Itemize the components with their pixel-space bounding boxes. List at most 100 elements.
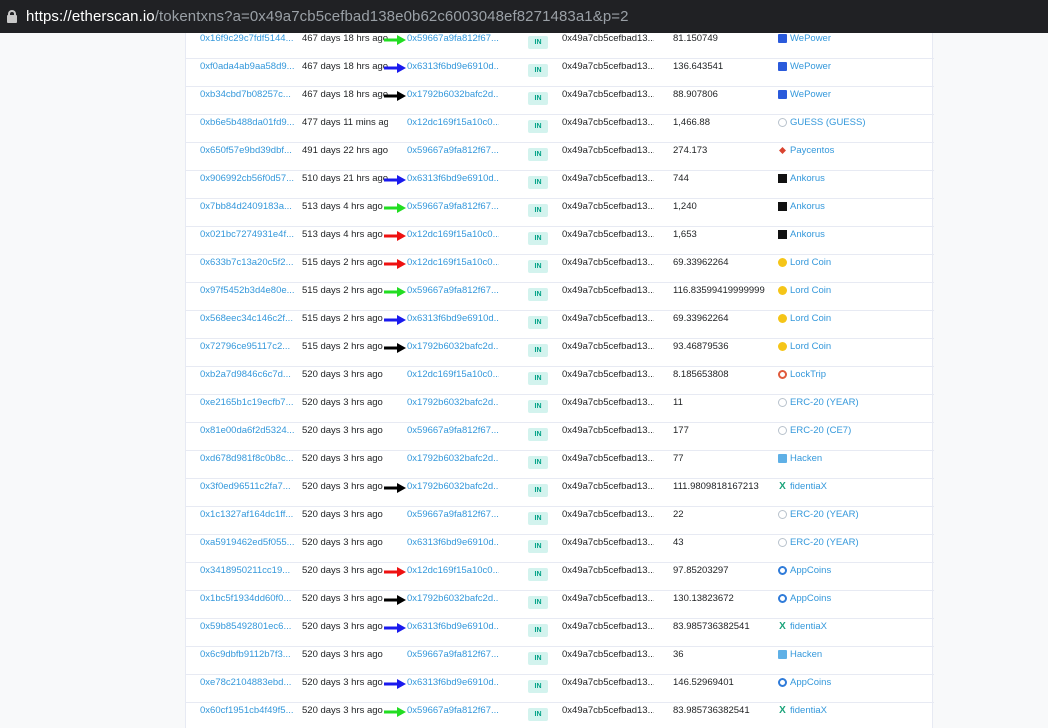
from-address-link[interactable]: 0x1792b6032bafc2d...	[407, 451, 499, 479]
txn-hash-link[interactable]: 0xd678d981f8c0b8c...	[200, 451, 295, 479]
token-link[interactable]: Hacken	[778, 647, 928, 675]
token-name: Lord Coin	[790, 313, 832, 324]
fidentia-token-icon: X	[779, 481, 786, 492]
txn-hash-link[interactable]: 0x6c9dbfb9112b7f3...	[200, 647, 295, 675]
token-link[interactable]: ERC-20 (YEAR)	[778, 507, 928, 535]
token-link[interactable]: Lord Coin	[778, 283, 928, 311]
txn-hash-link[interactable]: 0x7bb84d2409183a...	[200, 199, 295, 227]
token-link[interactable]: Lord Coin	[778, 255, 928, 283]
from-address-link[interactable]: 0x6313f6bd9e6910d...	[407, 311, 499, 339]
token-link[interactable]: WePower	[778, 59, 928, 87]
from-address-link[interactable]: 0x6313f6bd9e6910d...	[407, 675, 499, 703]
token-link[interactable]: LockTrip	[778, 367, 928, 395]
from-address-link[interactable]: 0x59667a9fa812f67...	[407, 199, 499, 227]
txn-hash-link[interactable]: 0xe2165b1c19ecfb7...	[200, 395, 295, 423]
from-address-link[interactable]: 0x6313f6bd9e6910d...	[407, 59, 499, 87]
from-address-link[interactable]: 0x6313f6bd9e6910d...	[407, 535, 499, 563]
from-address-link[interactable]: 0x12dc169f15a10c0...	[407, 227, 499, 255]
fidentia-token-icon: X	[779, 621, 786, 632]
token-transfers-panel: 0x16f9c29c7fdf5144... 467 days 18 hrs ago…	[185, 31, 934, 728]
token-link[interactable]: AppCoins	[778, 591, 928, 619]
txn-hash-link[interactable]: 0x1c1327af164dc1ff...	[200, 507, 295, 535]
token-link[interactable]: ERC-20 (YEAR)	[778, 535, 928, 563]
from-address-link[interactable]: 0x59667a9fa812f67...	[407, 283, 499, 311]
table-row: 0x021bc7274931e4f... 513 days 4 hrs ago 0x…	[186, 227, 934, 255]
txn-age: 520 days 3 hrs ago	[302, 565, 383, 576]
from-address-link[interactable]: 0x6313f6bd9e6910d...	[407, 619, 499, 647]
txn-hash-link[interactable]: 0x021bc7274931e4f...	[200, 227, 295, 255]
token-link[interactable]: AppCoins	[778, 675, 928, 703]
txn-hash-link[interactable]: 0x3418950211cc19...	[200, 563, 295, 591]
from-address-link[interactable]: 0x1792b6032bafc2d...	[407, 339, 499, 367]
from-address-link[interactable]: 0x12dc169f15a10c0...	[407, 563, 499, 591]
txn-hash-link[interactable]: 0x16f9c29c7fdf5144...	[200, 31, 295, 59]
txn-hash-link[interactable]: 0x633b7c13a20c5f2...	[200, 255, 295, 283]
txn-age: 520 days 3 hrs ago	[302, 705, 383, 716]
from-address-link[interactable]: 0x1792b6032bafc2d...	[407, 591, 499, 619]
to-address: 0x49a7cb5cefbad13...	[562, 621, 654, 632]
from-address-link[interactable]: 0x12dc169f15a10c0...	[407, 115, 499, 143]
browser-address-bar[interactable]: https://etherscan.io/tokentxns?a=0x49a7c…	[0, 0, 1048, 33]
from-address-link[interactable]: 0x59667a9fa812f67...	[407, 507, 499, 535]
token-link[interactable]: Lord Coin	[778, 311, 928, 339]
txn-hash-link[interactable]: 0x568eec34c146c2f...	[200, 311, 295, 339]
txn-hash-link[interactable]: 0xa5919462ed5f055...	[200, 535, 295, 563]
token-link[interactable]: Ankorus	[778, 171, 928, 199]
arrow-slot	[384, 507, 408, 535]
txn-hash-link[interactable]: 0x650f57e9bd39dbf...	[200, 143, 295, 171]
txn-hash-link[interactable]: 0xe78c2104883ebd...	[200, 675, 295, 703]
from-address-link[interactable]: 0x59667a9fa812f67...	[407, 647, 499, 675]
txn-age: 491 days 22 hrs ago	[302, 145, 388, 156]
from-address-link[interactable]: 0x12dc169f15a10c0...	[407, 255, 499, 283]
to-address: 0x49a7cb5cefbad13...	[562, 117, 654, 128]
token-link[interactable]: Paycentos	[778, 143, 928, 171]
table-row: 0xe78c2104883ebd... 520 days 3 hrs ago 0x6…	[186, 675, 934, 703]
txn-hash-link[interactable]: 0x72796ce95117c2...	[200, 339, 295, 367]
token-link[interactable]: WePower	[778, 87, 928, 115]
token-link[interactable]: ERC-20 (YEAR)	[778, 395, 928, 423]
to-address: 0x49a7cb5cefbad13...	[562, 33, 654, 44]
token-link[interactable]: AppCoins	[778, 563, 928, 591]
txn-hash-link[interactable]: 0x60cf1951cb4f49f5...	[200, 703, 295, 728]
wepower-token-icon	[778, 34, 787, 43]
to-address: 0x49a7cb5cefbad13...	[562, 313, 654, 324]
token-link[interactable]: Ankorus	[778, 227, 928, 255]
token-link[interactable]: ERC-20 (CE7)	[778, 423, 928, 451]
from-address-link[interactable]: 0x59667a9fa812f67...	[407, 423, 499, 451]
token-name: AppCoins	[790, 565, 832, 576]
arrow-slot	[384, 283, 408, 311]
token-name: Ankorus	[790, 229, 825, 240]
token-link[interactable]: Ankorus	[778, 199, 928, 227]
token-link[interactable]: XfidentiaX	[778, 703, 928, 728]
from-address-link[interactable]: 0x1792b6032bafc2d...	[407, 87, 499, 115]
arrow-slot	[384, 199, 408, 227]
txn-hash-link[interactable]: 0xb34cbd7b08257c...	[200, 87, 295, 115]
from-address-link[interactable]: 0x6313f6bd9e6910d...	[407, 171, 499, 199]
from-address-link[interactable]: 0x59667a9fa812f67...	[407, 703, 499, 728]
table-row: 0x59b85492801ec6... 520 days 3 hrs ago 0x6…	[186, 619, 934, 647]
url-text[interactable]: https://etherscan.io/tokentxns?a=0x49a7c…	[26, 8, 629, 25]
txn-hash-link[interactable]: 0x59b85492801ec6...	[200, 619, 295, 647]
from-address-link[interactable]: 0x1792b6032bafc2d...	[407, 395, 499, 423]
token-link[interactable]: GUESS (GUESS)	[778, 115, 928, 143]
txn-hash-link[interactable]: 0xb6e5b488da01fd9...	[200, 115, 295, 143]
direction-badge: IN	[528, 652, 548, 665]
from-address-link[interactable]: 0x59667a9fa812f67...	[407, 143, 499, 171]
from-address-link[interactable]: 0x12dc169f15a10c0...	[407, 367, 499, 395]
txn-hash-link[interactable]: 0xb2a7d9846c6c7d...	[200, 367, 295, 395]
from-address-link[interactable]: 0x59667a9fa812f67...	[407, 31, 499, 59]
from-address-link[interactable]: 0x1792b6032bafc2d...	[407, 479, 499, 507]
txn-hash-link[interactable]: 0xf0ada4ab9aa58d9...	[200, 59, 295, 87]
transfer-value: 83.985736382541	[673, 621, 750, 632]
txn-hash-link[interactable]: 0x97f5452b3d4e80e...	[200, 283, 295, 311]
txn-hash-link[interactable]: 0x81e00da6f2d5324...	[200, 423, 295, 451]
token-link[interactable]: WePower	[778, 31, 928, 59]
token-link[interactable]: Hacken	[778, 451, 928, 479]
transfer-value: 136.643541	[673, 61, 724, 72]
token-link[interactable]: Lord Coin	[778, 339, 928, 367]
token-link[interactable]: XfidentiaX	[778, 619, 928, 647]
txn-hash-link[interactable]: 0x3f0ed96511c2fa7...	[200, 479, 295, 507]
token-link[interactable]: XfidentiaX	[778, 479, 928, 507]
txn-hash-link[interactable]: 0x906992cb56f0d57...	[200, 171, 295, 199]
txn-hash-link[interactable]: 0x1bc5f1934dd60f0...	[200, 591, 295, 619]
